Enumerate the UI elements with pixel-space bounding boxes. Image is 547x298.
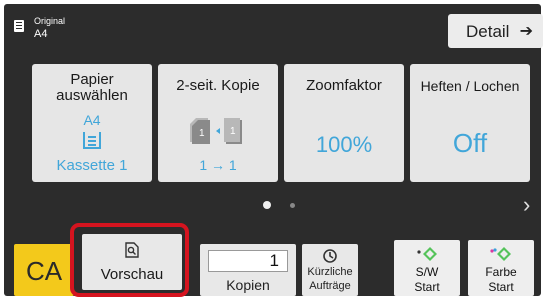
duplex-pages-icon: 1 1 — [190, 118, 242, 144]
svg-text:1: 1 — [230, 126, 236, 137]
original-label: Original — [34, 16, 66, 26]
staple-value: Off — [452, 128, 488, 158]
duplex-card[interactable]: 2-seit. Kopie 1 1 1 → 1 — [158, 64, 278, 182]
paper-title-line1: Papier — [70, 71, 114, 88]
detail-label: Detail — [466, 22, 510, 41]
start-diamond-icon — [490, 247, 511, 261]
clear-all-label: CA — [25, 256, 63, 286]
paper-size: A4 — [83, 112, 101, 128]
color-start-line2: Start — [488, 280, 514, 294]
staple-punch-card[interactable]: Heften / Lochen Off — [410, 64, 530, 182]
arrow-right-icon: ➔ — [519, 23, 533, 40]
original-value: A4 — [34, 28, 48, 40]
recent-jobs-button[interactable]: Kürzliche Aufträge — [302, 244, 358, 296]
detail-button[interactable]: Detail ➔ — [448, 14, 543, 48]
chevron-right-icon[interactable]: › — [523, 192, 530, 218]
copy-screen: Original A4 Detail ➔ Papier auswählen A4… — [0, 0, 547, 298]
bw-start-line1: S/W — [415, 265, 439, 279]
paper-title-line2: auswählen — [56, 87, 128, 104]
zoom-title: Zoomfaktor — [306, 77, 382, 94]
start-diamond-icon — [417, 247, 437, 261]
paper-tray-icon — [83, 132, 101, 149]
bw-start-button[interactable]: S/W Start — [394, 240, 460, 296]
recent-label-line1: Kürzliche — [307, 266, 353, 278]
color-start-line1: Farbe — [485, 265, 517, 279]
document-icon — [14, 20, 24, 32]
preview-button[interactable]: Vorschau — [82, 234, 182, 290]
zoom-card[interactable]: Zoomfaktor 100% — [284, 64, 404, 182]
color-start-button[interactable]: Farbe Start — [468, 240, 534, 296]
bw-start-line2: Start — [414, 280, 440, 294]
staple-title: Heften / Lochen — [420, 78, 520, 94]
paper-select-card[interactable]: Papier auswählen A4 Kassette 1 — [32, 64, 152, 182]
preview-label: Vorschau — [100, 266, 164, 283]
page-dot-active — [263, 201, 271, 209]
copies-control[interactable]: 1 Kopien — [200, 244, 296, 296]
duplex-mode: 1 → 1 — [199, 157, 237, 173]
preview-magnifier-icon — [125, 242, 139, 258]
page-dot[interactable] — [290, 203, 295, 208]
duplex-title: 2-seit. Kopie — [176, 77, 260, 94]
recent-label-line2: Aufträge — [309, 280, 351, 292]
zoom-value: 100% — [315, 132, 373, 157]
copies-label: Kopien — [226, 277, 270, 293]
svg-text:1: 1 — [199, 128, 205, 139]
clear-all-button[interactable]: CA — [14, 244, 74, 296]
copies-input[interactable]: 1 — [208, 250, 288, 272]
recent-jobs-icon — [323, 249, 337, 263]
paper-tray: Kassette 1 — [56, 157, 128, 174]
